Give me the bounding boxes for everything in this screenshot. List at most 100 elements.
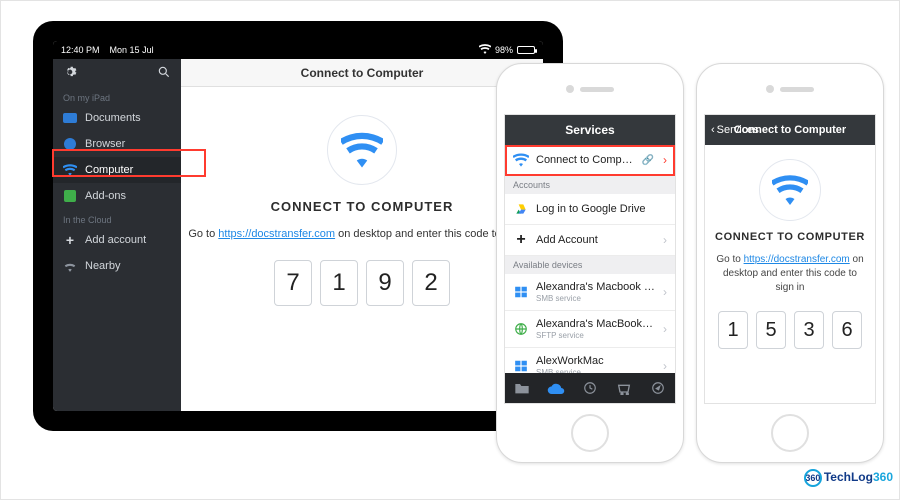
code-digit: 3: [794, 311, 824, 349]
link-icon: 🔗: [642, 155, 654, 166]
row-sublabel: SMB service: [536, 294, 656, 303]
chevron-right-icon: ›: [663, 285, 667, 299]
wifi-icon: [63, 259, 77, 273]
ipad-connect-panel: CONNECT TO COMPUTER Go to https://docstr…: [181, 87, 543, 411]
wifi-icon: [63, 163, 77, 177]
wifi-hero-icon: [327, 115, 397, 185]
connect-instructions: Go to https://docstransfer.com on deskto…: [715, 253, 865, 295]
chevron-right-icon: ›: [663, 359, 667, 373]
sidebar-item-addaccount[interactable]: + Add account: [53, 227, 181, 253]
gdrive-icon: [513, 201, 529, 217]
code-digit: 1: [718, 311, 748, 349]
front-camera-icon: [566, 85, 574, 93]
ipad-screen: 12:40 PM Mon 15 Jul 98%: [53, 41, 543, 411]
ipad-status-bar: 12:40 PM Mon 15 Jul 98%: [53, 41, 543, 59]
row-label: AlexWorkMac SMB service: [536, 355, 656, 373]
connect-instructions: Go to https://docstransfer.com on deskto…: [188, 228, 535, 240]
phone-screen: ‹ Services Connect to Computer CONNECT T…: [704, 114, 876, 404]
tab-store[interactable]: [607, 373, 641, 403]
phone-bezel: [497, 64, 683, 114]
home-button[interactable]: [571, 414, 609, 452]
row-label: Add Account: [536, 234, 656, 246]
logo-text: TechLog: [824, 470, 873, 484]
speaker-icon: [780, 87, 814, 92]
status-date: Mon 15 Jul: [110, 45, 154, 55]
sidebar-item-label: Documents: [85, 112, 141, 124]
docstransfer-link[interactable]: https://docstransfer.com: [218, 228, 335, 240]
speaker-icon: [580, 87, 614, 92]
sidebar-item-nearby[interactable]: Nearby: [53, 253, 181, 279]
nav-bar: Services: [505, 115, 675, 145]
gear-icon[interactable]: [63, 65, 77, 82]
row-label: Connect to Computer: [536, 154, 635, 166]
sidebar-section-label: In the Cloud: [53, 209, 181, 227]
tab-compass[interactable]: [641, 373, 675, 403]
row-label: Alexandra's MacBook Pro ® SFTP service: [536, 318, 656, 340]
browser-icon: [64, 138, 76, 150]
connect-panel: CONNECT TO COMPUTER Go to https://docstr…: [705, 145, 875, 403]
docstransfer-link[interactable]: https://docstransfer.com: [744, 254, 850, 265]
iphone-connect: ‹ Services Connect to Computer CONNECT T…: [696, 63, 884, 463]
sidebar-item-computer[interactable]: Computer: [53, 157, 181, 183]
wifi-icon: [513, 152, 529, 168]
row-google-drive[interactable]: Log in to Google Drive: [505, 194, 675, 225]
code-digit: 1: [320, 260, 358, 306]
plus-icon: +: [63, 233, 77, 247]
wifi-hero-icon: [759, 159, 821, 221]
home-button[interactable]: [771, 414, 809, 452]
row-device[interactable]: Alexandra's Macbook Pro ® SMB service ›: [505, 274, 675, 311]
connect-heading: CONNECT TO COMPUTER: [715, 231, 865, 243]
tab-bar: [505, 373, 675, 403]
sidebar-item-label: Nearby: [85, 260, 120, 272]
nav-bar: ‹ Services Connect to Computer: [705, 115, 875, 145]
instr-prefix: Go to: [716, 254, 743, 265]
sidebar-item-label: Computer: [85, 164, 133, 176]
watermark-logo: 360TechLog360: [804, 469, 893, 487]
back-button[interactable]: ‹ Services: [711, 124, 759, 136]
sidebar-item-label: Add account: [85, 234, 146, 246]
section-header: Accounts: [505, 176, 675, 194]
windows-icon: [513, 358, 529, 373]
tab-cloud[interactable]: [539, 373, 573, 403]
sidebar-item-documents[interactable]: Documents: [53, 105, 181, 131]
addons-icon: [64, 190, 76, 202]
logo-circle-icon: 360: [804, 469, 822, 487]
sidebar-section-label: On my iPad: [53, 87, 181, 105]
row-label: Alexandra's Macbook Pro ® SMB service: [536, 281, 656, 303]
phone-screen: Services Connect to Computer 🔗 › Account…: [504, 114, 676, 404]
tab-recents[interactable]: [573, 373, 607, 403]
row-device[interactable]: Alexandra's MacBook Pro ® SFTP service ›: [505, 311, 675, 348]
section-header: Available devices: [505, 256, 675, 274]
chevron-right-icon: ›: [663, 322, 667, 336]
phone-bezel: [697, 64, 883, 114]
instr-prefix: Go to: [188, 228, 218, 240]
row-device[interactable]: AlexWorkMac SMB service ›: [505, 348, 675, 373]
windows-icon: [513, 284, 529, 300]
row-connect-to-computer[interactable]: Connect to Computer 🔗 ›: [505, 145, 675, 176]
code-digit: 7: [274, 260, 312, 306]
sidebar-item-label: Browser: [85, 138, 125, 150]
back-label: Services: [717, 124, 759, 136]
status-battery-pct: 98%: [495, 45, 513, 55]
code-digit: 2: [412, 260, 450, 306]
ipad-sidebar: On my iPad Documents Browser Computer: [53, 59, 181, 411]
nav-title: Services: [565, 123, 614, 137]
row-sublabel: SMB service: [536, 368, 656, 373]
sidebar-item-browser[interactable]: Browser: [53, 131, 181, 157]
ipad-main: Connect to Computer CONNECT TO COMPUTER …: [181, 59, 543, 411]
row-add-account[interactable]: + Add Account ›: [505, 225, 675, 256]
connect-heading: CONNECT TO COMPUTER: [271, 199, 454, 214]
sidebar-item-addons[interactable]: Add-ons: [53, 183, 181, 209]
globe-icon: [513, 321, 529, 337]
battery-icon: [517, 46, 535, 54]
row-sublabel: SFTP service: [536, 331, 656, 340]
status-time: 12:40 PM: [61, 45, 100, 55]
search-icon[interactable]: [157, 65, 171, 82]
tab-folder[interactable]: [505, 373, 539, 403]
code-digit: 9: [366, 260, 404, 306]
chevron-right-icon: ›: [663, 233, 667, 247]
code-digit: 5: [756, 311, 786, 349]
front-camera-icon: [766, 85, 774, 93]
plus-icon: +: [513, 232, 529, 248]
auth-code: 1 5 3 6: [718, 311, 862, 349]
